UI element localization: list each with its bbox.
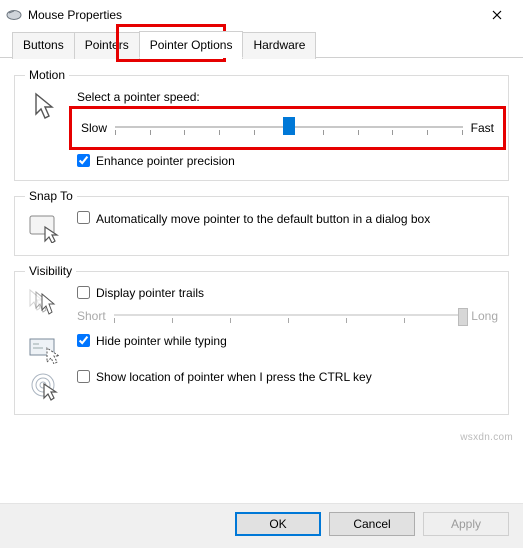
- hide-typing-icon: [25, 334, 67, 364]
- pointer-trails-icon: [25, 286, 67, 318]
- speed-label: Select a pointer speed:: [77, 90, 498, 104]
- button-bar: OK Cancel Apply: [0, 503, 523, 548]
- cancel-button[interactable]: Cancel: [329, 512, 415, 536]
- trails-long-label: Long: [471, 309, 498, 323]
- snap-auto-checkbox[interactable]: [77, 211, 90, 224]
- trails-checkbox[interactable]: [77, 286, 90, 299]
- snap-icon: [25, 211, 67, 243]
- ctrl-locate-checkbox[interactable]: [77, 370, 90, 383]
- speed-slow-label: Slow: [81, 121, 107, 135]
- hide-typing-label[interactable]: Hide pointer while typing: [96, 334, 227, 348]
- speed-slider-thumb[interactable]: [283, 117, 295, 135]
- speed-fast-label: Fast: [471, 121, 494, 135]
- mouse-properties-window: Mouse Properties Buttons Pointers Pointe…: [0, 0, 523, 548]
- group-motion-legend: Motion: [25, 68, 69, 82]
- tab-label: Hardware: [253, 38, 305, 52]
- titlebar: Mouse Properties: [0, 0, 523, 30]
- hide-typing-checkbox[interactable]: [77, 334, 90, 347]
- speed-slider[interactable]: [115, 116, 463, 140]
- tab-bar: Buttons Pointers Pointer Options Hardwar…: [0, 30, 523, 58]
- enhance-precision-checkbox[interactable]: [77, 154, 90, 167]
- tab-pointers[interactable]: Pointers: [74, 32, 140, 59]
- trails-label[interactable]: Display pointer trails: [96, 286, 204, 300]
- group-visibility: Visibility Display pointer trails: [14, 264, 509, 415]
- tab-buttons[interactable]: Buttons: [12, 32, 75, 59]
- snap-auto-label[interactable]: Automatically move pointer to the defaul…: [96, 211, 430, 227]
- apply-button: Apply: [423, 512, 509, 536]
- cursor-icon: [25, 90, 67, 122]
- apply-label: Apply: [451, 517, 481, 531]
- group-motion: Motion Select a pointer speed: Slow Fas: [14, 68, 509, 181]
- tab-hardware[interactable]: Hardware: [242, 32, 316, 59]
- enhance-precision-label[interactable]: Enhance pointer precision: [96, 154, 235, 168]
- ok-label: OK: [269, 517, 286, 531]
- ok-button[interactable]: OK: [235, 512, 321, 536]
- tab-panel: Motion Select a pointer speed: Slow Fas: [0, 58, 523, 503]
- ctrl-locate-label[interactable]: Show location of pointer when I press th…: [96, 370, 372, 384]
- tab-label: Buttons: [23, 38, 64, 52]
- group-visibility-legend: Visibility: [25, 264, 76, 278]
- mouse-icon: [6, 9, 22, 21]
- tab-label: Pointers: [85, 38, 129, 52]
- cancel-label: Cancel: [353, 517, 390, 531]
- watermark: wsxdn.com: [460, 432, 513, 443]
- window-title: Mouse Properties: [28, 8, 477, 22]
- ctrl-locate-icon: [25, 370, 67, 402]
- trails-slider-thumb: [458, 308, 468, 326]
- close-button[interactable]: [477, 1, 517, 29]
- tab-pointer-options[interactable]: Pointer Options: [139, 31, 244, 58]
- speed-row: Slow Fast: [77, 110, 498, 146]
- tab-label: Pointer Options: [150, 38, 233, 52]
- trails-slider: [114, 304, 464, 328]
- group-snap-legend: Snap To: [25, 189, 77, 203]
- group-snap-to: Snap To Automatically move pointer to th…: [14, 189, 509, 256]
- trails-short-label: Short: [77, 309, 106, 323]
